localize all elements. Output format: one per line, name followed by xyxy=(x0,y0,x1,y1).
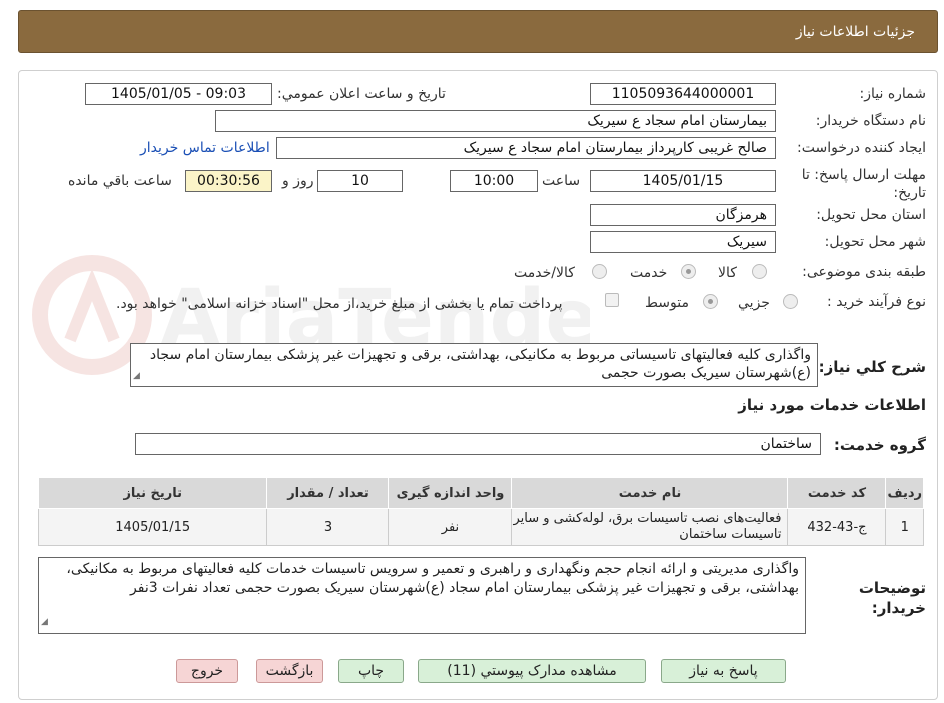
deadline-label: مهلت ارسال پاسخ: تا تاریخ: xyxy=(801,167,926,201)
days-label: روز و xyxy=(282,173,314,189)
need-number-field: 1105093644000001 xyxy=(590,83,776,105)
process-radio-minor[interactable] xyxy=(783,294,798,309)
col-row-number: ردیف xyxy=(885,477,924,509)
process-option-medium: متوسط xyxy=(645,295,689,311)
deadline-time-label: ساعت xyxy=(542,173,581,189)
buyer-notes-text: واگذاری مدیریتی و ارائه انجام حجم ونگهدا… xyxy=(66,561,799,596)
city-field: سیریک xyxy=(590,231,776,253)
general-desc-textarea[interactable]: واگذاری کلیه فعالیتهای تاسیساتی مربوط به… xyxy=(130,343,818,387)
category-label: طبقه بندی موضوعی: xyxy=(802,264,926,280)
announce-datetime-field: 1405/01/05 - 09:03 xyxy=(85,83,272,105)
need-number-label: شماره نیاز: xyxy=(859,86,927,102)
service-group-field: ساختمان xyxy=(135,433,821,455)
col-unit: واحد اندازه گیری xyxy=(388,477,513,509)
back-button[interactable]: بازگشت xyxy=(256,659,323,683)
table-header-row: ردیف کد خدمت نام خدمت واحد اندازه گیری ت… xyxy=(37,477,924,509)
process-label: نوع فرآیند خرید : xyxy=(827,294,926,310)
resize-grip-icon[interactable]: ◢ xyxy=(41,613,48,632)
buyer-contact-link[interactable]: اطلاعات تماس خریدار xyxy=(140,140,270,156)
city-label: شهر محل تحویل: xyxy=(824,234,926,250)
general-desc-text: واگذاری کلیه فعالیتهای تاسیساتی مربوط به… xyxy=(149,347,811,381)
buyer-notes-textarea[interactable]: واگذاری مدیریتی و ارائه انجام حجم ونگهدا… xyxy=(38,557,806,634)
cell-quantity: 3 xyxy=(266,508,390,546)
resize-grip-icon[interactable]: ◢ xyxy=(133,367,140,385)
province-label: استان محل تحویل: xyxy=(816,207,926,223)
buyer-notes-label: توضیحات خریدار: xyxy=(858,579,926,617)
requester-field: صالح غریبی کارپرداز بیمارستان امام سجاد … xyxy=(276,137,776,159)
days-field: 10 xyxy=(317,170,403,192)
requester-label: ایجاد کننده درخواست: xyxy=(797,140,926,156)
print-button[interactable]: چاپ xyxy=(338,659,404,683)
cell-service-name: فعالیت‌های نصب تاسیسات برق، لوله‌کشی و س… xyxy=(511,508,789,546)
category-radio-goods[interactable] xyxy=(752,264,767,279)
col-need-date: تاریخ نیاز xyxy=(37,477,268,509)
reply-button[interactable]: پاسخ به نیاز xyxy=(661,659,786,683)
category-option-goods: کالا xyxy=(718,265,737,281)
service-group-label: گروه خدمت: xyxy=(833,436,926,454)
view-attachments-button[interactable]: مشاهده مدارک پیوستي (11) xyxy=(418,659,646,683)
exit-button[interactable]: خروج xyxy=(176,659,238,683)
cell-service-code: ج-43-432 xyxy=(787,508,887,546)
remaining-label: ساعت باقي مانده xyxy=(68,173,172,189)
services-table: ردیف کد خدمت نام خدمت واحد اندازه گیری ت… xyxy=(37,477,924,546)
category-radio-service[interactable] xyxy=(681,264,696,279)
process-radio-medium[interactable] xyxy=(703,294,718,309)
deadline-date-field: 1405/01/15 xyxy=(590,170,776,192)
category-option-goods-service: کالا/خدمت xyxy=(514,265,575,281)
general-desc-label: شرح کلي نیاز: xyxy=(818,358,926,376)
treasury-payment-note: پرداخت تمام یا بخشی از مبلغ خرید،از محل … xyxy=(116,296,563,312)
category-option-service: خدمت xyxy=(630,265,668,281)
col-quantity: تعداد / مقدار xyxy=(266,477,390,509)
col-service-name: نام خدمت xyxy=(511,477,789,509)
page-title: جزئیات اطلاعات نیاز xyxy=(795,24,915,40)
process-option-minor: جزيي xyxy=(738,295,770,311)
cell-need-date: 1405/01/15 xyxy=(37,508,268,546)
buyer-org-label: نام دستگاه خریدار: xyxy=(815,113,926,129)
col-service-code: کد خدمت xyxy=(787,477,887,509)
buyer-org-field: بیمارستان امام سجاد ع سیریک xyxy=(215,110,776,132)
province-field: هرمزگان xyxy=(590,204,776,226)
table-row: 1 ج-43-432 فعالیت‌های نصب تاسیسات برق، ل… xyxy=(37,508,924,546)
cell-row-number: 1 xyxy=(885,508,924,546)
remaining-time-field: 00:30:56 xyxy=(185,170,272,192)
cell-unit: نفر xyxy=(388,508,513,546)
deadline-time-field: 10:00 xyxy=(450,170,538,192)
category-radio-goods-service[interactable] xyxy=(592,264,607,279)
page-header: جزئیات اطلاعات نیاز xyxy=(18,10,938,53)
treasury-payment-checkbox[interactable] xyxy=(605,293,619,307)
services-info-heading: اطلاعات خدمات مورد نیاز xyxy=(738,396,926,414)
announce-datetime-label: تاریخ و ساعت اعلان عمومي: xyxy=(277,86,446,102)
